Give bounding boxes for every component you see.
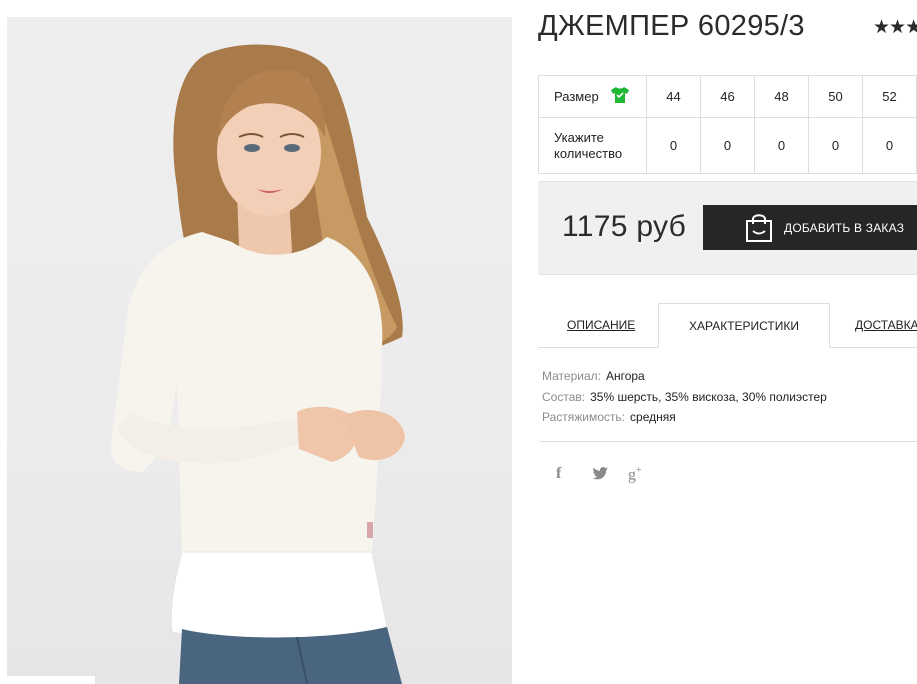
quantity-input-48[interactable]: 0 — [754, 117, 809, 174]
size-label: Размер — [554, 88, 599, 104]
product-photo[interactable] — [7, 17, 512, 684]
price-box: 1175 руб ДОБАВИТЬ В ЗАКАЗ — [538, 181, 917, 275]
spec-row-stretch: Растяжимость: средняя — [542, 407, 827, 428]
size-table: Размер 44 46 48 50 52 Укажите количество… — [538, 75, 917, 174]
shopping-bag-icon — [745, 212, 773, 246]
size-option-52[interactable]: 52 — [862, 75, 917, 118]
size-option-50[interactable]: 50 — [808, 75, 863, 118]
quantity-row: Укажите количество 0 0 0 0 0 — [538, 117, 917, 174]
spec-value: 35% шерсть, 35% вискоза, 30% полиэстер — [590, 389, 827, 404]
spec-key: Материал: — [542, 369, 601, 383]
quantity-input-52[interactable]: 0 — [862, 117, 917, 174]
quantity-label: Укажите количество — [538, 117, 647, 174]
spec-row-composition: Состав: 35% шерсть, 35% вискоза, 30% поли… — [542, 387, 827, 408]
product-title: ДЖЕМПЕР 60295/3 — [538, 10, 805, 42]
specs-list: Материал: Ангора Состав: 35% шерсть, 35% в… — [542, 366, 827, 428]
quantity-input-46[interactable]: 0 — [700, 117, 755, 174]
add-to-order-label: ДОБАВИТЬ В ЗАКАЗ — [784, 221, 905, 235]
photo-bottom-strip — [7, 676, 95, 684]
rating-stars[interactable]: ★★★ — [873, 16, 917, 39]
product-tabs: ОПИСАНИЕ ХАРАКТЕРИСТИКИ ДОСТАВКА — [538, 303, 917, 348]
spec-key: Растяжимость: — [542, 410, 626, 424]
googleplus-letter: g — [628, 466, 636, 484]
size-option-46[interactable]: 46 — [700, 75, 755, 118]
googleplus-icon[interactable]: g+ — [628, 465, 642, 484]
quantity-input-50[interactable]: 0 — [808, 117, 863, 174]
size-label-cell: Размер — [538, 75, 647, 118]
product-page: ДЖЕМПЕР 60295/3 ★★★ Размер 44 46 48 50 5… — [0, 0, 917, 684]
spec-value: средняя — [630, 410, 676, 424]
size-row: Размер 44 46 48 50 52 — [538, 75, 917, 118]
price: 1175 руб — [562, 210, 687, 243]
add-to-order-button[interactable]: ДОБАВИТЬ В ЗАКАЗ — [703, 205, 917, 250]
tab-delivery[interactable]: ДОСТАВКА — [855, 303, 917, 348]
divider — [540, 441, 917, 442]
size-option-48[interactable]: 48 — [754, 75, 809, 118]
spec-row-material: Материал: Ангора — [542, 366, 827, 387]
size-option-44[interactable]: 44 — [646, 75, 701, 118]
facebook-icon[interactable]: f — [556, 465, 561, 483]
spec-key: Состав: — [542, 389, 586, 404]
spec-value: Ангора — [605, 369, 645, 383]
quantity-input-44[interactable]: 0 — [646, 117, 701, 174]
model-illustration — [111, 44, 405, 684]
tab-description[interactable]: ОПИСАНИЕ — [567, 303, 635, 348]
tab-characteristics[interactable]: ХАРАКТЕРИСТИКИ — [658, 303, 830, 348]
twitter-icon[interactable] — [592, 467, 608, 484]
shirt-icon[interactable] — [610, 86, 630, 108]
